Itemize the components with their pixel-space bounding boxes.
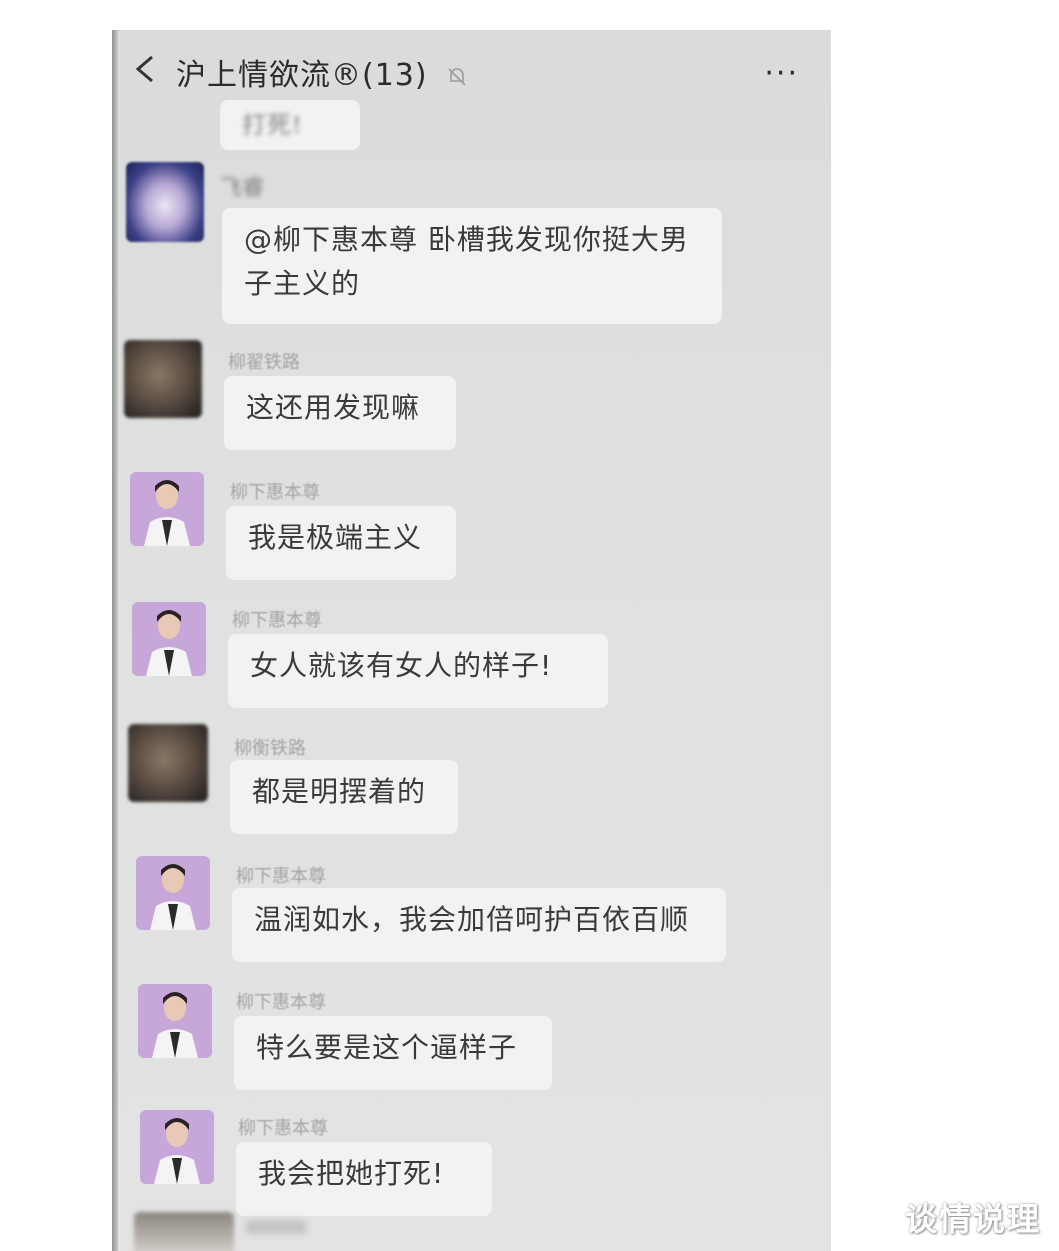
avatar[interactable] <box>140 1110 214 1184</box>
person-portrait-icon <box>146 610 192 676</box>
bell-muted-icon <box>448 68 466 86</box>
message-bubble[interactable]: 女人就该有女人的样子! <box>228 634 608 708</box>
sender-name: 柳下惠本尊 <box>236 992 326 1013</box>
avatar[interactable] <box>124 340 202 418</box>
message-text: 女人就该有女人的样子! <box>250 649 553 682</box>
message-text: @柳下惠本尊 卧槽我发现你挺大男子主义的 <box>244 223 689 300</box>
avatar[interactable] <box>130 472 204 546</box>
sender-name: 柳下惠本尊 <box>236 866 326 887</box>
message-text: 特么要是这个逼样子 <box>256 1031 518 1064</box>
sender-name: 柳下惠本尊 <box>238 1118 328 1139</box>
message-bubble[interactable]: 我会把她打死! <box>236 1142 492 1216</box>
avatar[interactable] <box>126 162 204 242</box>
screen-edge <box>112 30 118 1251</box>
sender-name: 柳下惠本尊 <box>230 482 320 503</box>
message-bubble[interactable]: 这还用发现嘛 <box>224 376 456 450</box>
person-portrait-icon <box>144 480 190 546</box>
message-text: 打死! <box>242 111 303 139</box>
message-bubble[interactable]: 特么要是这个逼样子 <box>234 1016 552 1090</box>
person-portrait-icon <box>150 864 196 930</box>
message-text: 我会把她打死! <box>258 1157 445 1190</box>
sender-name: 飞睿 <box>220 176 265 201</box>
message-bubble[interactable]: 温润如水，我会加倍呵护百依百顺 <box>232 888 726 962</box>
sender-name: 柳下惠本尊 <box>232 610 322 631</box>
avatar[interactable] <box>128 724 208 802</box>
sender-name: 柳翟铁路 <box>228 352 300 373</box>
chat-header: 沪上情欲流®(13) ··· <box>112 30 831 112</box>
person-portrait-icon <box>154 1118 200 1184</box>
chevron-left-icon[interactable] <box>132 54 158 84</box>
chat-screen: 沪上情欲流®(13) ··· 打死! 飞睿 @柳下惠本尊 卧槽我发现你挺大男子主… <box>112 30 831 1251</box>
message-bubble[interactable]: 都是明摆着的 <box>230 760 458 834</box>
message-text: 都是明摆着的 <box>252 775 427 808</box>
message-text: 温润如水，我会加倍呵护百依百顺 <box>254 903 690 936</box>
message-bubble[interactable]: @柳下惠本尊 卧槽我发现你挺大男子主义的 <box>222 208 722 324</box>
partial-sender-blur <box>246 1220 306 1234</box>
avatar[interactable] <box>132 602 206 676</box>
watermark: 谈情说理 <box>904 1200 1041 1238</box>
sender-name: 柳衡铁路 <box>234 738 306 759</box>
message-text: 这还用发现嘛 <box>246 391 421 424</box>
person-portrait-icon <box>152 992 198 1058</box>
message-bubble[interactable]: 我是极端主义 <box>226 506 456 580</box>
more-horizontal-icon[interactable]: ··· <box>764 59 799 89</box>
message-text: 我是极端主义 <box>248 521 423 554</box>
avatar[interactable] <box>134 1212 234 1251</box>
message-bubble-partial[interactable]: 打死! <box>220 100 360 150</box>
avatar[interactable] <box>136 856 210 930</box>
avatar[interactable] <box>138 984 212 1058</box>
chat-title: 沪上情欲流®(13) <box>176 58 428 93</box>
